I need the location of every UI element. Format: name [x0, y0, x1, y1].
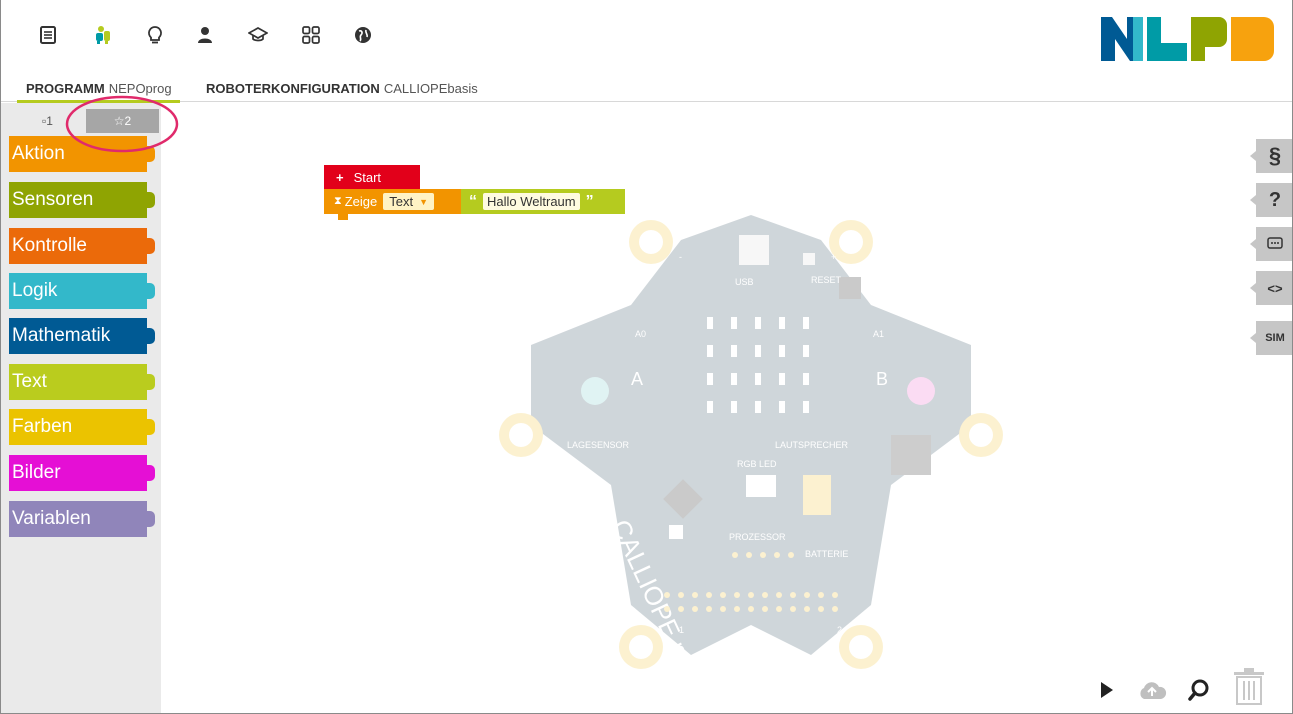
tab-program[interactable]: PROGRAMM NEPOprog [17, 75, 180, 103]
trash-icon[interactable] [1229, 666, 1269, 706]
category-variablen[interactable]: Variablen [9, 501, 155, 537]
tab-bar: PROGRAMM NEPOprog ROBOTERKONFIGURATION C… [1, 75, 1292, 103]
code-tab-label: <> [1267, 280, 1283, 296]
cloud-upload-icon[interactable] [1135, 676, 1169, 704]
category-aktion[interactable]: Aktion [9, 136, 155, 172]
board-label-plus: + [831, 252, 836, 262]
block-toolbox: ▫1 ☆2 Aktion Sensoren Kontrolle Logik Ma… [1, 103, 161, 713]
globe-icon[interactable] [350, 22, 376, 48]
start-block-label: Start [353, 169, 382, 185]
category-sensoren[interactable]: Sensoren [9, 182, 155, 218]
hourglass-icon: ⧗ [334, 195, 342, 207]
zoom-search-icon[interactable] [1185, 676, 1213, 704]
tab-robot-configuration[interactable]: ROBOTERKONFIGURATION CALLIOPEbasis [206, 75, 478, 102]
plus-icon: + [336, 169, 344, 185]
board-label-pin2b: 2 [963, 462, 968, 472]
board-label-reset: RESET [811, 275, 842, 285]
level-1-tab[interactable]: ▫1 [9, 109, 86, 133]
board-label-batterie: BATTERIE [805, 549, 848, 559]
text-value-field[interactable]: Hallo Weltraum [483, 193, 580, 210]
board-label-pin0: 0 [549, 462, 554, 472]
category-logik[interactable]: Logik [9, 273, 155, 309]
level-tabs: ▫1 ☆2 [9, 109, 161, 133]
help-tab-label: ? [1268, 188, 1282, 211]
show-text-block[interactable]: ⧗ Zeige Text ▼ [324, 189, 461, 220]
document-icon[interactable] [35, 22, 61, 48]
board-label-a1: A1 [873, 329, 884, 339]
tab-program-name: NEPOprog [108, 81, 172, 96]
category-bilder[interactable]: Bilder [9, 455, 155, 491]
tab-robot-label: ROBOTERKONFIGURATION [206, 81, 380, 96]
dropdown-arrow-icon: ▼ [419, 196, 429, 207]
open-quote-icon: “ [469, 192, 477, 210]
simulation-tab-label: SIM [1265, 332, 1285, 344]
code-view-icon[interactable]: <> [1250, 271, 1292, 305]
paragraph-icon[interactable]: § [1250, 139, 1292, 173]
start-block[interactable]: + Start [324, 165, 420, 189]
nepo-logo [1101, 17, 1274, 61]
board-button-a: A [631, 369, 643, 389]
board-label-minus: - [679, 252, 682, 262]
help-icon[interactable]: ? [1250, 183, 1292, 217]
category-kontrolle[interactable]: Kontrolle [9, 228, 155, 264]
close-quote-icon: ” [585, 192, 594, 210]
user-icon[interactable] [192, 22, 218, 48]
level-2-tab[interactable]: ☆2 [86, 109, 159, 133]
gallery-grid-icon[interactable] [298, 22, 324, 48]
category-farben[interactable]: Farben [9, 409, 155, 445]
program-workspace[interactable]: A B USB RESET A0 A1 LAGESENSOR LAUTSPREC… [161, 103, 1292, 713]
category-mathematik[interactable]: Mathematik [9, 318, 155, 354]
lightbulb-icon[interactable] [142, 22, 168, 48]
graduation-cap-icon[interactable] [245, 22, 271, 48]
board-label-lagesensor: LAGESENSOR [567, 440, 630, 450]
simulation-tab[interactable]: SIM [1250, 321, 1292, 355]
board-label-usb: USB [735, 277, 754, 287]
tab-program-label: PROGRAMM [26, 81, 105, 96]
app-window: PROGRAMM NEPOprog ROBOTERKONFIGURATION C… [0, 0, 1293, 714]
tab-robot-name: CALLIOPEbasis [383, 81, 478, 96]
board-label-pin2a: 2 [837, 625, 842, 635]
text-value-block[interactable]: “ Hallo Weltraum ” [461, 189, 625, 214]
top-menu-bar [1, 0, 1292, 75]
show-type-value: Text [389, 194, 414, 209]
run-play-icon[interactable] [1097, 676, 1117, 704]
board-label-lautsprecher: LAUTSPRECHER [775, 440, 849, 450]
category-text[interactable]: Text [9, 364, 155, 400]
show-type-dropdown[interactable]: Text ▼ [383, 193, 435, 210]
board-label-a0: A0 [635, 329, 646, 339]
board-button-b: B [876, 369, 888, 389]
board-label-rgb-led: RGB LED [737, 459, 777, 469]
calliope-board-background: A B USB RESET A0 A1 LAGESENSOR LAUTSPREC… [499, 215, 1003, 685]
show-block-label: Zeige [344, 194, 378, 209]
comment-icon[interactable] [1250, 227, 1292, 261]
board-label-prozessor: PROZESSOR [729, 532, 786, 542]
robot-icon[interactable] [90, 22, 116, 48]
